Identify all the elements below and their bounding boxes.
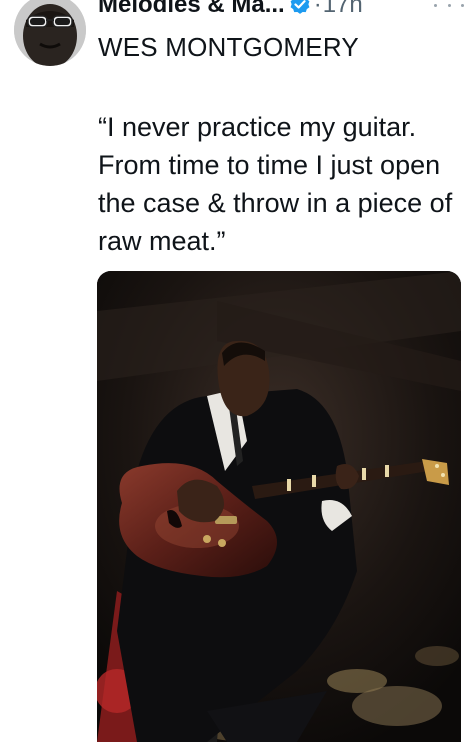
author-display-name[interactable]: Melodies & Ma... — [98, 0, 285, 19]
tweet-text-heading: WES MONTGOMERY — [98, 32, 359, 62]
header-separator: · — [313, 0, 322, 18]
tweet-header: Melodies & Ma... · 17h — [98, 0, 363, 22]
more-dot — [434, 3, 437, 7]
more-dots-icon[interactable] — [434, 0, 464, 12]
more-dot — [461, 3, 464, 7]
guitarist-photo — [97, 271, 461, 742]
tweet-text-quote: “I never practice my guitar. From time t… — [98, 112, 453, 256]
tweet-media-photo[interactable] — [97, 271, 461, 742]
tweet-timestamp[interactable]: 17h — [323, 0, 363, 19]
verified-badge-icon — [288, 0, 312, 17]
avatar-photo — [14, 0, 86, 66]
more-dot — [447, 3, 451, 7]
author-avatar[interactable] — [14, 0, 86, 66]
tweet[interactable]: Melodies & Ma... · 17h WES MONTGOMERY “I… — [0, 0, 474, 742]
